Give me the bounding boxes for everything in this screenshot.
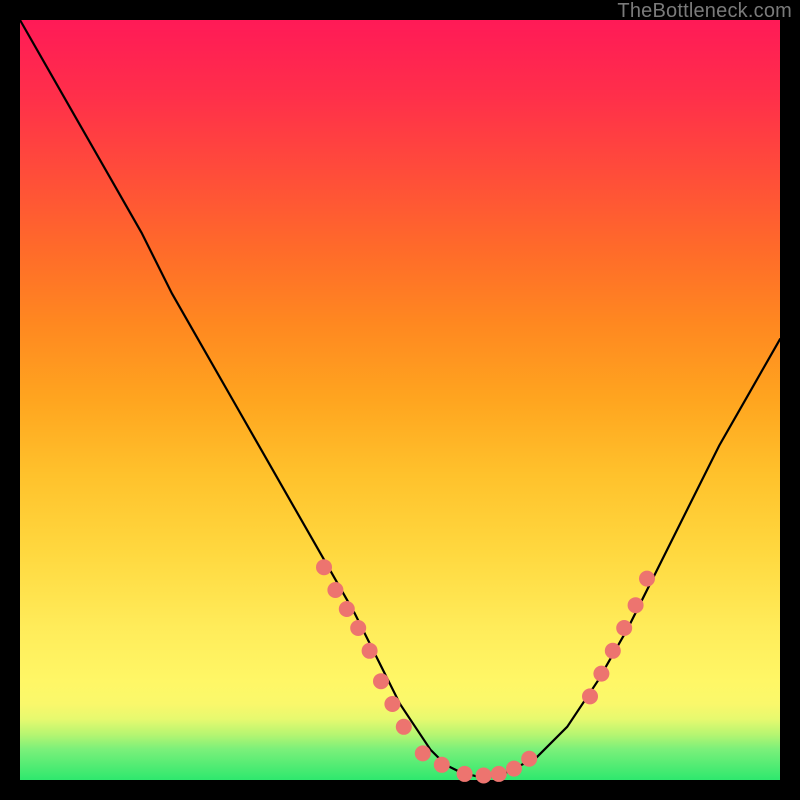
floor-markers bbox=[457, 766, 473, 782]
left-descent-markers bbox=[373, 673, 389, 689]
floor-markers bbox=[476, 767, 492, 783]
right-ascent-markers bbox=[605, 643, 621, 659]
right-ascent-markers bbox=[582, 688, 598, 704]
left-descent-markers bbox=[396, 719, 412, 735]
floor-markers bbox=[434, 757, 450, 773]
marker-layer bbox=[316, 559, 655, 783]
watermark-text: TheBottleneck.com bbox=[617, 0, 792, 23]
left-descent-markers bbox=[327, 582, 343, 598]
left-descent-markers bbox=[384, 696, 400, 712]
floor-markers bbox=[415, 745, 431, 761]
left-descent-markers bbox=[362, 643, 378, 659]
left-descent-markers bbox=[316, 559, 332, 575]
right-ascent-markers bbox=[628, 597, 644, 613]
left-descent-markers bbox=[339, 601, 355, 617]
floor-markers bbox=[521, 751, 537, 767]
chart-overlay bbox=[20, 20, 780, 780]
bottleneck-curve bbox=[20, 20, 780, 776]
left-descent-markers bbox=[350, 620, 366, 636]
right-ascent-markers bbox=[593, 666, 609, 682]
right-ascent-markers bbox=[639, 571, 655, 587]
right-ascent-markers bbox=[616, 620, 632, 636]
chart-stage: TheBottleneck.com bbox=[0, 0, 800, 800]
floor-markers bbox=[506, 761, 522, 777]
floor-markers bbox=[491, 766, 507, 782]
